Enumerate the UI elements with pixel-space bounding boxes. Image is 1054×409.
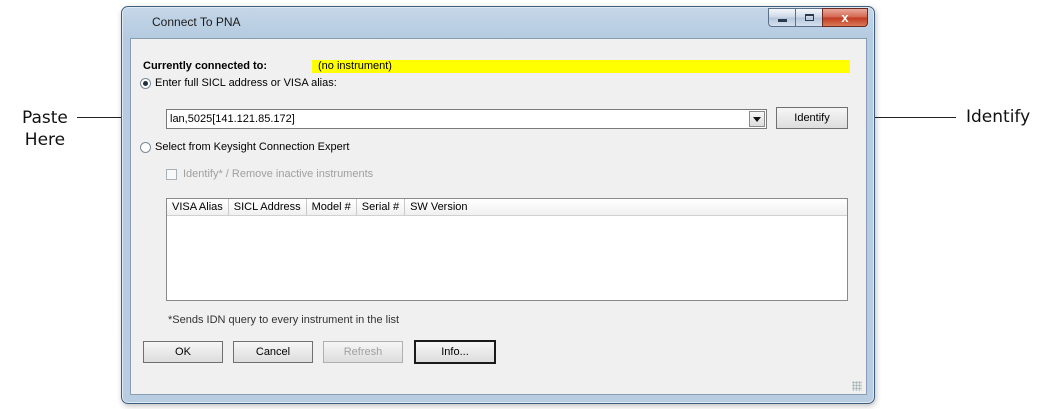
resize-grip[interactable]: [852, 381, 862, 391]
paste-here-callout: Paste Here: [22, 107, 68, 151]
column-sicl-address[interactable]: SICL Address: [229, 199, 307, 215]
expert-radio-label: Select from Keysight Connection Expert: [155, 141, 350, 153]
close-icon: x: [841, 10, 849, 25]
minimize-button[interactable]: [768, 8, 795, 27]
close-button[interactable]: x: [822, 8, 868, 27]
expert-radio-option[interactable]: Select from Keysight Connection Expert: [140, 141, 349, 153]
maximize-button[interactable]: [795, 8, 822, 27]
connection-status-label: Currently connected to:: [143, 60, 268, 72]
address-combobox[interactable]: lan,5025[141.121.85.172]: [166, 109, 767, 129]
minimize-icon: [777, 19, 787, 22]
address-radio[interactable]: [140, 77, 151, 89]
identify-inactive-label: Identify* / Remove inactive instruments: [183, 168, 374, 180]
cancel-button[interactable]: Cancel: [233, 341, 313, 363]
ok-button[interactable]: OK: [143, 341, 223, 363]
idn-footnote: *Sends IDN query to every instrument in …: [168, 314, 400, 326]
radio-selected-dot: [143, 80, 148, 86]
refresh-button[interactable]: Refresh: [323, 341, 403, 363]
dialog-body: Currently connected to: (no instrument) …: [130, 38, 867, 395]
identify-inactive-checkbox[interactable]: [166, 168, 177, 180]
chevron-down-icon: [753, 116, 761, 122]
instrument-list-header: VISA Alias SICL Address Model # Serial #…: [167, 199, 847, 216]
address-radio-label: Enter full SICL address or VISA alias:: [155, 77, 337, 89]
connection-status-value: (no instrument): [312, 60, 850, 73]
column-model[interactable]: Model #: [307, 199, 357, 215]
column-sw-version[interactable]: SW Version: [405, 199, 847, 215]
instrument-list[interactable]: VISA Alias SICL Address Model # Serial #…: [166, 198, 848, 301]
paste-callout-line1: Paste: [22, 108, 68, 128]
dropdown-button[interactable]: [749, 111, 765, 127]
identify-button[interactable]: Identify: [776, 107, 848, 129]
identify-callout: Identify: [966, 107, 1031, 127]
address-input[interactable]: lan,5025[141.121.85.172]: [170, 113, 295, 125]
maximize-icon: [804, 14, 814, 21]
identify-inactive-option[interactable]: Identify* / Remove inactive instruments: [166, 168, 373, 180]
paste-callout-line2: Here: [24, 130, 66, 150]
column-visa-alias[interactable]: VISA Alias: [167, 199, 229, 215]
connect-dialog: Connect To PNA x Currently connected to:…: [121, 6, 875, 404]
info-button[interactable]: Info...: [414, 340, 496, 364]
column-serial[interactable]: Serial #: [357, 199, 406, 215]
window-title: Connect To PNA: [152, 15, 241, 29]
window-controls: x: [768, 8, 868, 27]
address-radio-option[interactable]: Enter full SICL address or VISA alias:: [140, 77, 337, 89]
expert-radio[interactable]: [140, 141, 151, 153]
title-bar[interactable]: Connect To PNA x: [122, 7, 874, 37]
